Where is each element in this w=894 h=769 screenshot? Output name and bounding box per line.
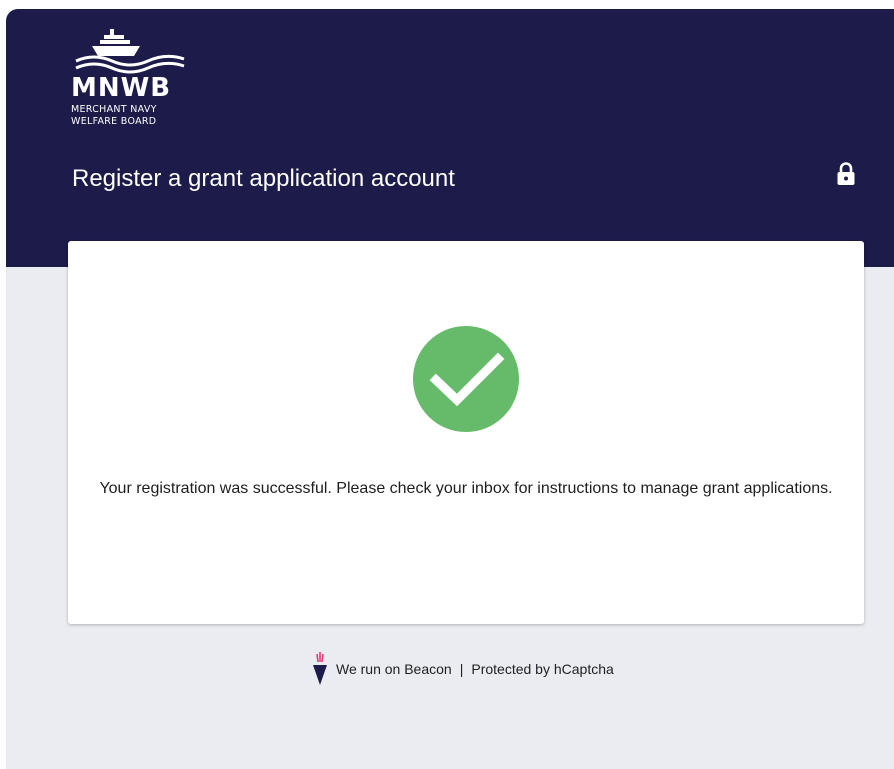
confirmation-card: Your registration was successful. Please… [68,241,864,624]
mnwb-logo: MNWB MERCHANT NAVY WELFARE BOARD [70,25,190,130]
hcaptcha-link[interactable]: Protected by hCaptcha [471,661,613,677]
success-message: Your registration was successful. Please… [99,480,833,497]
logo-abbreviation: MNWB [71,73,172,103]
logo-line-2: WELFARE BOARD [71,116,157,127]
footer-separator: | [459,661,464,677]
app-window: MNWB MERCHANT NAVY WELFARE BOARD Registe… [6,9,894,769]
page-title: Register a grant application account [72,165,455,192]
footer: We run on Beacon | Protected by hCaptcha [312,651,614,687]
header: MNWB MERCHANT NAVY WELFARE BOARD Registe… [6,9,894,267]
ship-on-waves-icon [75,29,185,74]
logo-line-1: MERCHANT NAVY [71,104,157,115]
beacon-torch-icon [313,652,327,685]
check-circle-icon [413,326,519,432]
lock-icon [837,162,855,185]
beacon-link[interactable]: We run on Beacon [336,661,452,677]
